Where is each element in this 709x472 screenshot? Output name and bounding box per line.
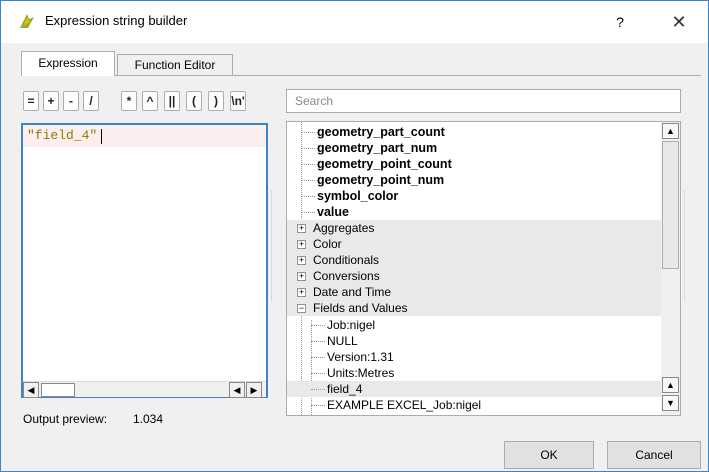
operator-newline-button[interactable]: \n'	[230, 91, 246, 111]
scroll-left-icon[interactable]: ◀	[23, 382, 39, 398]
tree-item-value[interactable]: value	[317, 204, 349, 220]
tree-group-conditionals[interactable]: Conditionals	[313, 252, 379, 268]
operator-plus-button[interactable]: +	[43, 91, 59, 111]
cancel-button[interactable]: Cancel	[607, 441, 701, 469]
tree-item-geometry-point-count[interactable]: geometry_point_count	[317, 156, 452, 172]
operator-close-paren-button[interactable]: )	[208, 91, 224, 111]
tree-item-geometry-part-count[interactable]: geometry_part_count	[317, 124, 445, 140]
scroll-left-icon-2[interactable]: ◀	[229, 382, 245, 398]
collapse-minus-icon[interactable]: −	[297, 304, 306, 313]
tree-item-symbol-color[interactable]: symbol_color	[317, 188, 398, 204]
tree-item-geometry-point-num[interactable]: geometry_point_num	[317, 172, 444, 188]
expression-text: "field_4"	[27, 128, 98, 143]
tree-scroll-thumb[interactable]	[662, 141, 679, 269]
right-splitter-handle[interactable]	[684, 191, 688, 301]
tree-connector	[301, 196, 315, 197]
tab-expression[interactable]: Expression	[21, 51, 115, 76]
function-tree[interactable]: geometry_part_count geometry_part_num ge…	[286, 121, 681, 416]
splitter-handle[interactable]	[271, 191, 275, 301]
qgis-icon	[20, 14, 34, 28]
scroll-right-icon[interactable]: ▶	[246, 382, 262, 398]
tree-field-units[interactable]: Units:Metres	[327, 365, 394, 381]
tree-connector	[301, 148, 315, 149]
operator-open-paren-button[interactable]: (	[186, 91, 202, 111]
ok-button[interactable]: OK	[504, 441, 594, 469]
editor-horizontal-scrollbar[interactable]: ◀ ◀ ▶	[23, 381, 266, 398]
tree-field-null[interactable]: NULL	[327, 333, 358, 349]
expand-plus-icon[interactable]: +	[297, 256, 306, 265]
scroll-down-icon[interactable]: ▼	[662, 395, 679, 411]
scroll-up-icon[interactable]: ▲	[662, 123, 679, 139]
tree-item-geometry-part-num[interactable]: geometry_part_num	[317, 140, 437, 156]
operator-equals-button[interactable]: =	[23, 91, 39, 111]
tree-group-aggregates[interactable]: Aggregates	[313, 220, 374, 236]
tree-connector	[311, 389, 325, 390]
tree-connector	[301, 180, 315, 181]
tree-connector	[311, 357, 325, 358]
tree-connector	[301, 212, 315, 213]
tree-connector	[311, 373, 325, 374]
operator-divide-button[interactable]: /	[83, 91, 99, 111]
operator-concat-button[interactable]: ||	[164, 91, 180, 111]
tree-group-conversions[interactable]: Conversions	[313, 268, 380, 284]
current-line-highlight: "field_4"	[23, 125, 266, 147]
tree-connector	[311, 341, 325, 342]
search-input[interactable]	[293, 91, 673, 111]
output-preview-value: 1.034	[133, 412, 164, 426]
close-button[interactable]: ✕	[665, 9, 693, 35]
tree-field-example-excel[interactable]: EXAMPLE EXCEL_Job:nigel	[327, 397, 481, 413]
tree-field-field-4[interactable]: field_4	[327, 381, 362, 397]
output-preview-label: Output preview:	[23, 412, 108, 426]
operator-minus-button[interactable]: -	[63, 91, 79, 111]
tree-group-color[interactable]: Color	[313, 236, 342, 252]
operator-multiply-button[interactable]: *	[121, 91, 137, 111]
expression-editor[interactable]: "field_4" ◀ ◀ ▶	[21, 123, 268, 398]
editor-scroll-thumb[interactable]	[41, 383, 75, 397]
expand-plus-icon[interactable]: +	[297, 288, 306, 297]
scroll-up-icon-2[interactable]: ▲	[662, 377, 679, 393]
function-search-box[interactable]	[286, 89, 681, 113]
expand-plus-icon[interactable]: +	[297, 272, 306, 281]
tree-field-job[interactable]: Job:nigel	[327, 317, 375, 333]
operator-power-button[interactable]: ^	[142, 91, 158, 111]
expand-plus-icon[interactable]: +	[297, 240, 306, 249]
tree-connector	[311, 405, 325, 406]
title-bar: Expression string builder ? ✕	[1, 1, 708, 43]
tab-function-editor[interactable]: Function Editor	[117, 54, 233, 75]
text-caret	[101, 129, 102, 144]
window-title: Expression string builder	[45, 13, 188, 28]
tree-field-version[interactable]: Version:1.31	[327, 349, 394, 365]
tree-guide-line-child	[311, 320, 312, 415]
help-button[interactable]: ?	[607, 9, 633, 35]
tree-connector	[311, 325, 325, 326]
expand-plus-icon[interactable]: +	[297, 224, 306, 233]
tree-connector	[301, 132, 315, 133]
tree-vertical-scrollbar[interactable]: ▲ ▲ ▼	[661, 122, 680, 415]
expression-builder-dialog: Expression string builder ? ✕ Expression…	[0, 0, 709, 472]
tree-group-row[interactable]	[287, 236, 661, 252]
tree-connector	[301, 164, 315, 165]
tree-group-fields-and-values[interactable]: Fields and Values	[313, 300, 408, 316]
tree-group-date-and-time[interactable]: Date and Time	[313, 284, 391, 300]
